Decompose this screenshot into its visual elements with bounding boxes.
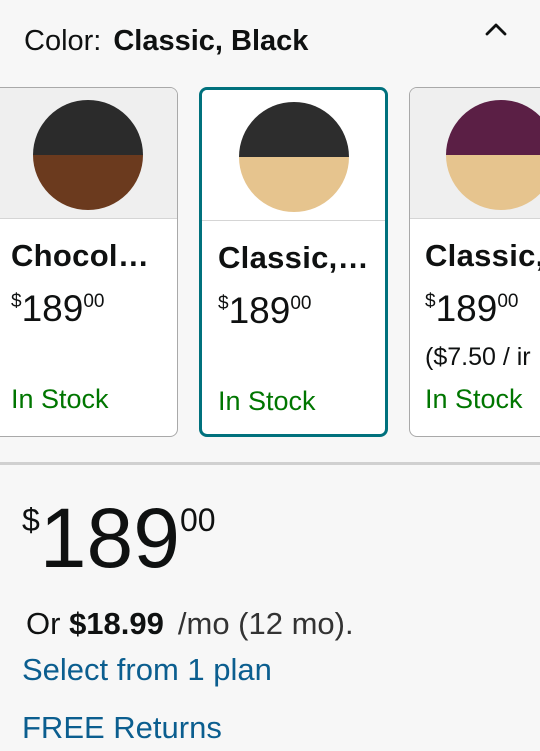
unit-price: ($7.50 / ir [425,343,531,371]
monthly-highlight: Or $18.99 [22,606,168,642]
stock-status: In Stock [425,384,523,414]
swatch-name: Classic, [425,238,540,273]
selected-color-value: Classic, Black [113,25,309,57]
stock-status: In Stock [11,384,109,414]
swatch-image [239,102,349,212]
free-returns-link[interactable]: FREE Returns [22,710,222,746]
price-whole: 189 [228,290,291,331]
product-options-page: Color: Classic, Black Chocol… $18900 In S… [0,0,540,751]
swatch-card-classic-black[interactable]: Classic,… $18900 In Stock [199,87,388,437]
chevron-up-icon[interactable] [484,20,508,40]
price-symbol: $ [11,291,22,312]
main-price: $18900 [22,490,216,587]
swatch-top [239,102,349,157]
price-symbol: $ [425,291,436,312]
color-label: Color: [24,25,102,57]
swatch-image [446,100,540,210]
swatch-bottom [239,157,349,212]
swatch-card-classic-plum[interactable]: Classic, $18900 ($7.50 / ir In Stock [409,87,540,437]
swatch-bottom [33,155,143,210]
monthly-suffix: /mo (12 mo). [177,606,354,641]
price-whole: 189 [21,288,84,329]
price-fraction: 00 [290,293,312,314]
swatch-image-area [0,88,177,219]
main-price-whole: 189 [39,491,180,585]
swatch-image-area [410,88,540,219]
monthly-amount: $18.99 [69,606,164,641]
swatch-price: $18900 [425,288,518,330]
monthly-prefix: Or [26,606,61,641]
swatch-top [446,100,540,155]
swatch-price: $18900 [11,288,104,330]
section-divider [0,462,540,465]
price-symbol: $ [218,293,229,314]
swatch-name: Chocol… [11,238,150,273]
select-plan-link[interactable]: Select from 1 plan [22,652,272,688]
main-price-symbol: $ [22,502,40,538]
monthly-payment: Or $18.99 /mo (12 mo). [22,606,354,642]
swatch-price: $18900 [218,290,311,332]
swatch-name: Classic,… [218,240,369,275]
price-whole: 189 [435,288,498,329]
price-fraction: 00 [83,291,105,312]
swatch-image [33,100,143,210]
color-selection-header: Color: Classic, Black [24,22,308,60]
swatch-image-area [202,90,385,221]
main-price-fraction: 00 [179,502,216,538]
price-fraction: 00 [497,291,519,312]
swatch-card-chocolate[interactable]: Chocol… $18900 In Stock [0,87,178,437]
swatch-bottom [446,155,540,210]
stock-status: In Stock [218,386,316,416]
swatch-top [33,100,143,155]
